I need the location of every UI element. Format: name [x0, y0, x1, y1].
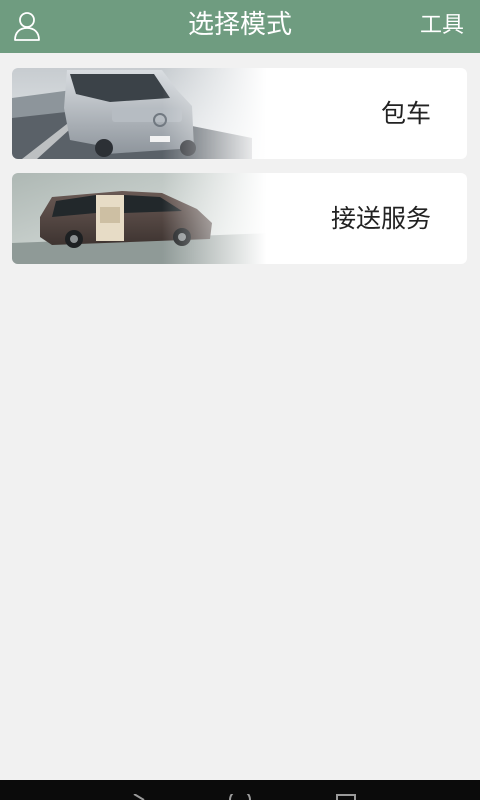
transfer-service-label: 接送服务	[330, 204, 431, 233]
recents-icon[interactable]	[336, 794, 356, 800]
card-fade-overlay	[162, 173, 272, 264]
charter-card[interactable]: 包车	[12, 68, 467, 159]
tools-button[interactable]: 工具	[420, 0, 464, 53]
back-icon[interactable]	[132, 794, 146, 800]
app-screen: 选择模式 工具 包车 接送服务	[0, 0, 480, 800]
header-bar: 选择模式 工具	[0, 0, 480, 53]
home-icon[interactable]	[228, 794, 252, 800]
page-title: 选择模式	[187, 10, 292, 40]
card-fade-overlay	[162, 68, 272, 159]
system-nav-bar	[0, 780, 480, 800]
transfer-card[interactable]: 接送服务	[12, 173, 467, 264]
charter-label: 包车	[380, 99, 431, 128]
